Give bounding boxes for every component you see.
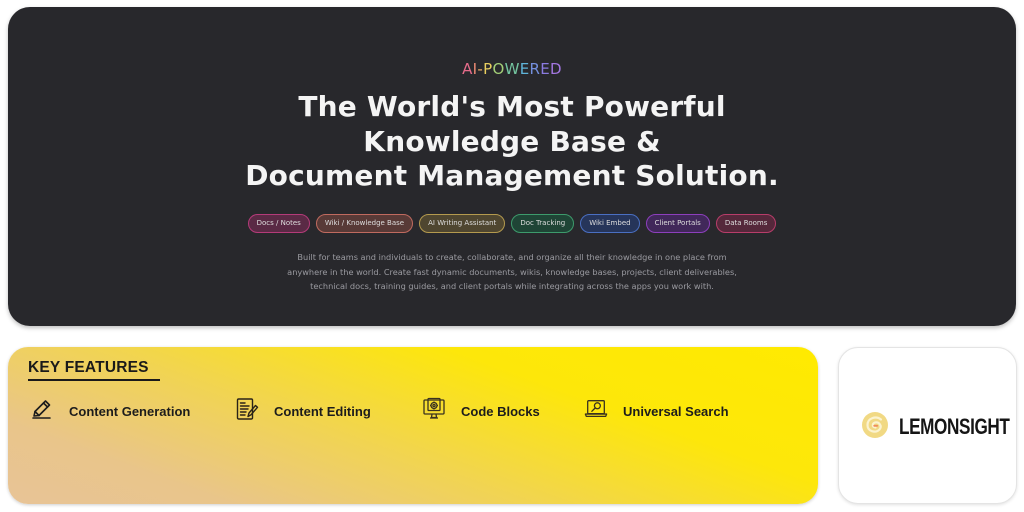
headline-line: Knowledge Base & — [363, 124, 661, 158]
tag-wiki-embed[interactable]: Wiki Embed — [580, 214, 640, 233]
feature-label: Content Generation — [69, 403, 191, 419]
key-features-title: KEY FEATURES — [28, 359, 149, 376]
description-line: anywhere in the world. Create fast dynam… — [287, 266, 737, 277]
eyebrow-letter: P — [483, 60, 493, 78]
feature-content-generation: Content Generation — [30, 397, 190, 425]
eyebrow-letter: A — [462, 60, 473, 78]
tag-docs-notes[interactable]: Docs / Notes — [247, 214, 310, 233]
feature-label: Content Editing — [274, 403, 371, 419]
title-underline — [28, 379, 160, 381]
tag-ai-writing-assistant[interactable]: AI Writing Assistant — [419, 214, 506, 233]
brand-name: LEMONSIGHT — [899, 414, 1010, 439]
hero-banner: AI-POWERED The World's Most Powerful Kno… — [8, 7, 1016, 326]
feature-content-editing: Content Editing — [235, 397, 371, 425]
hero-headline: The World's Most Powerful Knowledge Base… — [8, 90, 1016, 194]
feature-tags: Docs / Notes Wiki / Knowledge Base AI Wr… — [8, 214, 1016, 233]
eyebrow-letter: O — [492, 60, 505, 78]
lemon-swirl-icon — [861, 411, 889, 443]
tag-wiki-knowledge-base[interactable]: Wiki / Knowledge Base — [315, 214, 414, 233]
document-edit-icon — [235, 397, 259, 425]
description-line: Built for teams and individuals to creat… — [297, 252, 727, 262]
feature-label: Universal Search — [623, 403, 729, 419]
brand-logo[interactable]: LEMONSIGHT — [861, 411, 1024, 443]
eyebrow-letter: W — [504, 60, 520, 78]
key-features-card: KEY FEATURES Content Generation Content … — [8, 347, 818, 504]
eyebrow-letter: E — [540, 60, 551, 78]
tag-client-portals[interactable]: Client Portals — [645, 214, 710, 233]
tag-doc-tracking[interactable]: Doc Tracking — [511, 214, 575, 233]
brand-card: LEMONSIGHT — [838, 347, 1017, 504]
eyebrow-letter: R — [529, 60, 541, 78]
description-line: technical docs, training guides, and cli… — [310, 281, 714, 291]
headline-line: Document Management Solution. — [245, 159, 779, 192]
feature-universal-search: Universal Search — [584, 397, 729, 425]
hero-description: Built for teams and individuals to creat… — [8, 250, 1016, 294]
eyebrow-letter: D — [550, 60, 562, 78]
laptop-search-icon — [584, 397, 608, 425]
headline-line: The World's Most Powerful — [298, 90, 726, 123]
tag-data-rooms[interactable]: Data Rooms — [715, 214, 777, 233]
hero-eyebrow: AI-POWERED — [8, 60, 1016, 78]
monitor-gear-icon — [422, 397, 446, 425]
pencil-icon — [30, 397, 54, 425]
feature-code-blocks: Code Blocks — [422, 397, 540, 425]
feature-label: Code Blocks — [461, 403, 540, 419]
eyebrow-letter: E — [519, 60, 530, 78]
